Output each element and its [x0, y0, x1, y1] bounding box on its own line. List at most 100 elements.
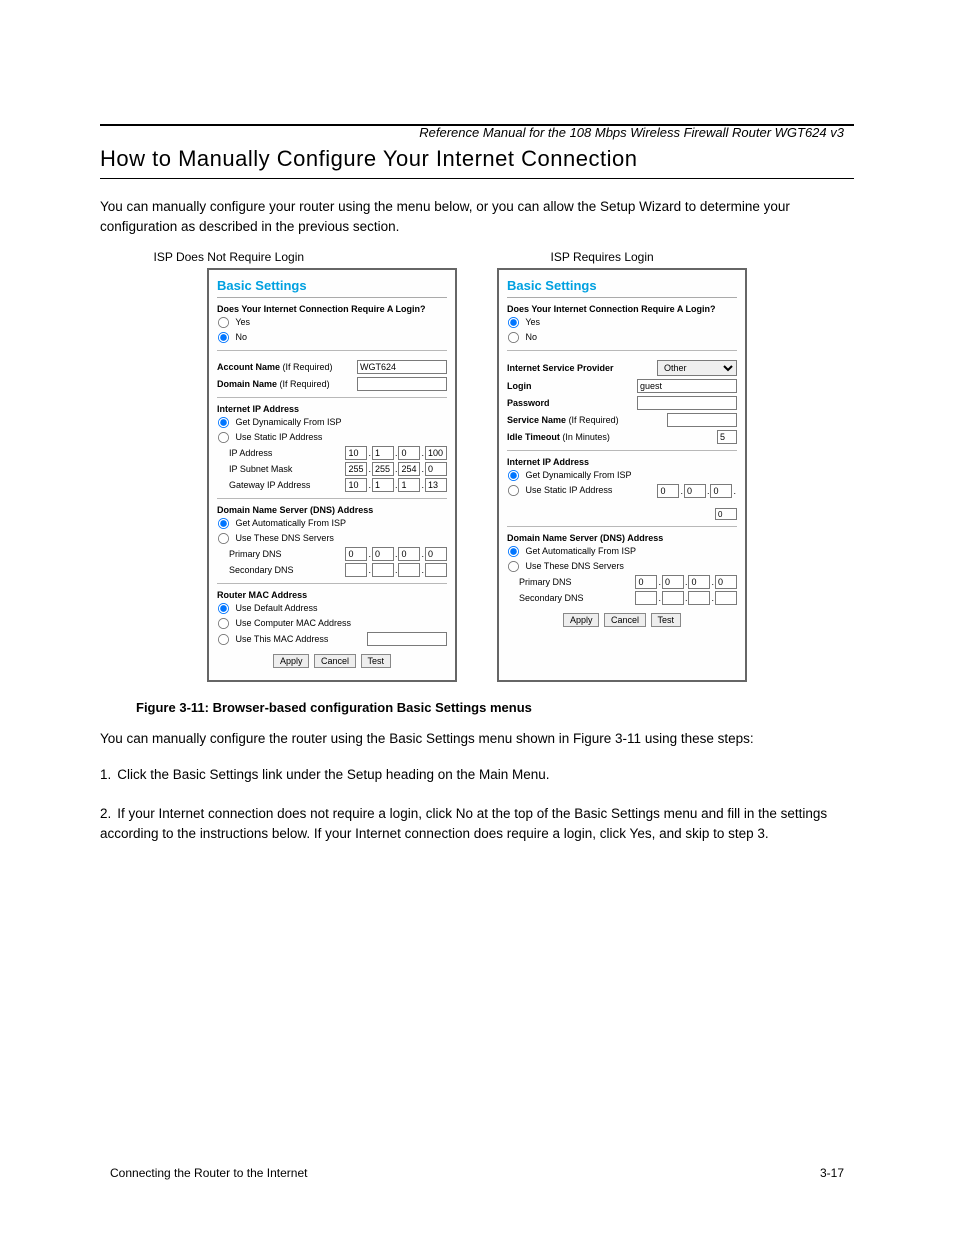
sip-d[interactable]	[715, 508, 737, 520]
sdns2-d[interactable]	[715, 591, 737, 605]
ip-dynamic-label: Get Dynamically From ISP	[236, 417, 342, 427]
subnet-label: IP Subnet Mask	[229, 464, 345, 474]
mac-this-label: Use This MAC Address	[236, 634, 329, 644]
ip-static-label: Use Static IP Address	[236, 432, 323, 442]
dns-title: Domain Name Server (DNS) Address	[217, 505, 447, 515]
password-input[interactable]	[637, 396, 737, 410]
panel-no-login: Basic Settings Does Your Internet Connec…	[207, 268, 457, 682]
footer-left: Connecting the Router to the Internet	[110, 1166, 307, 1180]
ip-static-label-2: Use Static IP Address	[526, 485, 613, 495]
pdns-d[interactable]	[425, 547, 447, 561]
service-name-label: Service Name	[507, 415, 566, 425]
cancel-button-2[interactable]: Cancel	[604, 613, 646, 627]
mask-a[interactable]	[345, 462, 367, 476]
mask-b[interactable]	[372, 462, 394, 476]
mac-default-label: Use Default Address	[236, 603, 318, 613]
login-yes-radio[interactable]	[218, 317, 229, 328]
account-name-input[interactable]	[357, 360, 447, 374]
service-name-input[interactable]	[667, 413, 737, 427]
footer-right: 3-17	[820, 1166, 844, 1180]
secondary-dns-input[interactable]: . . .	[345, 563, 447, 577]
gw-c[interactable]	[398, 478, 420, 492]
ip-address-label: IP Address	[229, 448, 345, 458]
apply-button-2[interactable]: Apply	[563, 613, 600, 627]
idle-timeout-input[interactable]	[717, 430, 737, 444]
sip-c[interactable]	[710, 484, 732, 498]
mask-d[interactable]	[425, 462, 447, 476]
steps-list: 1.Click the Basic Settings link under th…	[100, 765, 854, 844]
gateway-label: Gateway IP Address	[229, 480, 345, 490]
dns-auto-label: Get Automatically From ISP	[236, 518, 347, 528]
ip-a[interactable]	[345, 446, 367, 460]
secondary-dns-input-2[interactable]: . . .	[635, 591, 737, 605]
list-item: 2.If your Internet connection does not r…	[100, 804, 854, 843]
test-button-2[interactable]: Test	[651, 613, 682, 627]
ip-dynamic-radio-2[interactable]	[508, 470, 519, 481]
mac-computer-radio[interactable]	[218, 618, 229, 629]
login-no-radio-2[interactable]	[508, 332, 519, 343]
pdns2-d[interactable]	[715, 575, 737, 589]
step-2-text: If your Internet connection does not req…	[100, 806, 827, 841]
if-required-3: (If Required)	[569, 415, 619, 425]
label-no: No	[236, 332, 248, 342]
gateway-input[interactable]: . . .	[345, 478, 447, 492]
mac-input[interactable]	[367, 632, 447, 646]
gw-d[interactable]	[425, 478, 447, 492]
dns-auto-radio[interactable]	[218, 518, 229, 529]
pdns-c[interactable]	[398, 547, 420, 561]
sip-b[interactable]	[684, 484, 706, 498]
pdns2-c[interactable]	[688, 575, 710, 589]
section-title: How to Manually Configure Your Internet …	[100, 146, 854, 172]
internet-ip-title: Internet IP Address	[217, 404, 447, 414]
primary-dns-input[interactable]: . . .	[345, 547, 447, 561]
login-input[interactable]	[637, 379, 737, 393]
login-no-radio[interactable]	[218, 332, 229, 343]
sdns-c[interactable]	[398, 563, 420, 577]
ip-static-radio-2[interactable]	[508, 485, 519, 496]
secondary-dns-label-2: Secondary DNS	[519, 593, 635, 603]
pdns2-b[interactable]	[662, 575, 684, 589]
test-button[interactable]: Test	[361, 654, 392, 668]
ip-c[interactable]	[398, 446, 420, 460]
intro-paragraph: You can manually configure your router u…	[100, 197, 854, 236]
mac-this-radio[interactable]	[218, 634, 229, 645]
ip-static-radio[interactable]	[218, 432, 229, 443]
apply-button[interactable]: Apply	[273, 654, 310, 668]
page-footer: Connecting the Router to the Internet 3-…	[110, 1166, 844, 1180]
pdns-a[interactable]	[345, 547, 367, 561]
ip-dynamic-radio[interactable]	[218, 417, 229, 428]
sdns2-b[interactable]	[662, 591, 684, 605]
dns-title-2: Domain Name Server (DNS) Address	[507, 533, 737, 543]
dns-static-radio-2[interactable]	[508, 561, 519, 572]
dns-static-label-2: Use These DNS Servers	[526, 561, 624, 571]
subnet-input[interactable]: . . .	[345, 462, 447, 476]
isp-select[interactable]: Other	[657, 360, 737, 376]
login-question-2: Does Your Internet Connection Require A …	[507, 304, 737, 314]
ip-b[interactable]	[372, 446, 394, 460]
ip-d[interactable]	[425, 446, 447, 460]
gw-b[interactable]	[372, 478, 394, 492]
sdns2-a[interactable]	[635, 591, 657, 605]
sdns-d[interactable]	[425, 563, 447, 577]
pdns-b[interactable]	[372, 547, 394, 561]
ip-dynamic-label-2: Get Dynamically From ISP	[526, 470, 632, 480]
gw-a[interactable]	[345, 478, 367, 492]
dns-auto-radio-2[interactable]	[508, 546, 519, 557]
domain-name-input[interactable]	[357, 377, 447, 391]
mac-default-radio[interactable]	[218, 603, 229, 614]
doc-title: Reference Manual for the 108 Mbps Wirele…	[419, 125, 844, 140]
sdns2-c[interactable]	[688, 591, 710, 605]
ip-address-input[interactable]: . . .	[345, 446, 447, 460]
login-yes-radio-2[interactable]	[508, 317, 519, 328]
primary-dns-input-2[interactable]: . . .	[635, 575, 737, 589]
sdns-b[interactable]	[372, 563, 394, 577]
sdns-a[interactable]	[345, 563, 367, 577]
label-yes-2: Yes	[525, 317, 540, 327]
sip-a[interactable]	[657, 484, 679, 498]
cancel-button[interactable]: Cancel	[314, 654, 356, 668]
label-isp-requires-login: ISP Requires Login	[551, 250, 801, 264]
dns-static-radio[interactable]	[218, 533, 229, 544]
pdns2-a[interactable]	[635, 575, 657, 589]
static-ip-input[interactable]: . . .	[657, 484, 737, 498]
mask-c[interactable]	[398, 462, 420, 476]
